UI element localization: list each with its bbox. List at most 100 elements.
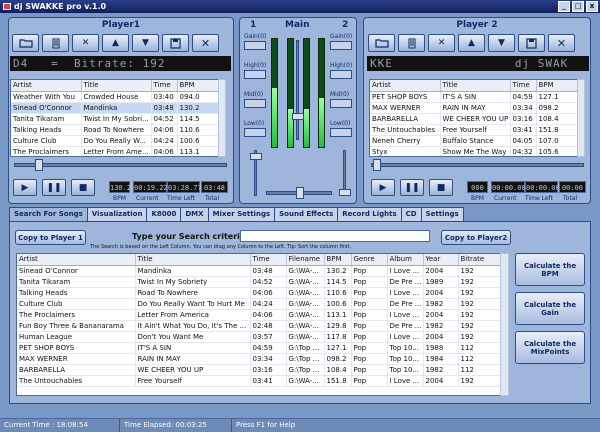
table-row[interactable]: Neneh Cherry Buffalo Stance 04:05 107.0 <box>370 135 584 147</box>
eq-gain-knob-left[interactable] <box>244 41 266 50</box>
calculate-gain-button[interactable]: Calculate the Gain <box>515 292 585 325</box>
column-header[interactable]: Title <box>81 80 152 92</box>
calculate-bpm-button[interactable]: Calculate the BPM <box>515 253 585 286</box>
column-header[interactable]: Time <box>510 80 537 92</box>
column-header[interactable]: Time <box>151 80 178 92</box>
fader-knob[interactable] <box>250 153 262 160</box>
player1-playlist[interactable]: Artist Title Time BPM Weather With You Cr… <box>10 79 226 157</box>
minimize-button[interactable]: _ <box>558 1 570 12</box>
column-header[interactable]: Title <box>135 254 251 266</box>
volume-fader-left[interactable] <box>250 150 262 196</box>
open-folder-icon[interactable] <box>12 34 39 52</box>
search-input[interactable] <box>240 230 430 242</box>
table-row[interactable]: Culture Club Do You Really Want To Hurt M… <box>17 298 508 310</box>
save-icon[interactable] <box>518 34 545 52</box>
fader-knob[interactable] <box>292 113 304 120</box>
tab-visualization[interactable]: Visualization <box>86 207 148 221</box>
stop-button[interactable]: ■ <box>429 179 453 196</box>
table-row[interactable]: Talking Heads Road To Nowhere 04:06 G:\WA-.… <box>17 287 508 299</box>
table-row[interactable]: Tanita Tikaram Twist In My Sobriety 04:52 G… <box>17 276 508 288</box>
playlist-icon[interactable] <box>42 34 69 52</box>
column-header[interactable]: Filename <box>286 254 325 266</box>
move-down-icon[interactable]: ▼ <box>488 34 515 52</box>
eq-low-knob-left[interactable] <box>244 128 266 137</box>
player1-position-slider[interactable] <box>14 159 227 171</box>
remove-icon[interactable]: ✕ <box>72 34 99 52</box>
eq-high-knob-left[interactable] <box>244 70 266 79</box>
table-row[interactable]: PET SHOP BOYS IT'S A SIN 04:59 G:\Top ... 12… <box>17 342 508 354</box>
column-header[interactable]: Year <box>423 254 459 266</box>
table-row[interactable]: The Untouchables Free Yourself 03:41 151.8 <box>370 124 584 136</box>
open-folder-icon[interactable] <box>368 34 395 52</box>
column-header[interactable]: Title <box>440 80 511 92</box>
table-row[interactable]: Fun Boy Three & Bananarama It Ain't What … <box>17 320 508 332</box>
play-button[interactable]: ▶ <box>371 179 395 196</box>
player2-playlist[interactable]: Artist Title Time BPM PET SHOP BOYS IT'S … <box>369 79 585 157</box>
player2-position-slider[interactable] <box>371 159 584 171</box>
search-results-table[interactable]: Artist Title Time Filename BPM Genre Alb… <box>16 253 509 396</box>
eq-mid-knob-left[interactable] <box>244 99 266 108</box>
eq-mid-knob-right[interactable] <box>330 99 352 108</box>
column-header[interactable]: Artist <box>370 80 441 92</box>
table-row[interactable]: Human League Don't You Want Me 03:57 G:\WA-… <box>17 331 508 343</box>
play-button[interactable]: ▶ <box>13 179 37 196</box>
table-row[interactable]: Sinead O'Connor Mandinka 03:48 G:\WA-... 130… <box>17 265 508 277</box>
fader-knob[interactable] <box>339 189 351 196</box>
table-row[interactable]: BARBARELLA WE CHEER YOU UP 03:16 G:\Top ...… <box>17 364 508 376</box>
eq-low-knob-right[interactable] <box>330 128 352 137</box>
column-header[interactable]: Artist <box>11 80 82 92</box>
copy-to-player2-button[interactable]: Copy to Player2 <box>441 230 511 245</box>
table-row[interactable]: The Proclaimers Letter From Ame... 04:06 11… <box>11 146 225 156</box>
column-header[interactable]: Genre <box>351 254 388 266</box>
move-down-icon[interactable]: ▼ <box>132 34 159 52</box>
tab-settings[interactable]: Settings <box>420 207 464 221</box>
crossfader[interactable] <box>266 187 332 199</box>
clear-icon[interactable]: ✕ <box>192 34 219 52</box>
clear-icon[interactable]: ✕ <box>548 34 575 52</box>
tab-mixer-settings[interactable]: Mixer Settings <box>207 207 276 221</box>
remove-icon[interactable]: ✕ <box>428 34 455 52</box>
eq-high-knob-right[interactable] <box>330 70 352 79</box>
table-row[interactable]: Talking Heads Road To Nowhere 04:06 110.6 <box>11 124 225 136</box>
tab-sound-effects[interactable]: Sound Effects <box>274 207 339 221</box>
tab-dmx[interactable]: DMX <box>180 207 209 221</box>
player2-scrollbar[interactable] <box>577 79 585 157</box>
tab-cd[interactable]: CD <box>400 207 422 221</box>
search-results-scrollbar[interactable] <box>500 253 509 396</box>
playlist-icon[interactable] <box>398 34 425 52</box>
table-row[interactable]: Styx Show Me The Way 04:32 105.6 <box>370 146 584 156</box>
table-row[interactable]: Tanita Tikaram Twist In My Sobri... 04:52 1… <box>11 113 225 125</box>
column-header[interactable]: Artist <box>17 254 136 266</box>
calculate-mixpoints-button[interactable]: Calculate the MixPoints <box>515 331 585 364</box>
copy-to-player1-button[interactable]: Copy to Player 1 <box>15 230 86 245</box>
crossfader-knob[interactable] <box>296 187 304 199</box>
pause-button[interactable]: ❚❚ <box>400 179 424 196</box>
table-row[interactable]: PET SHOP BOYS IT'S A SIN 04:59 127.1 <box>370 91 584 103</box>
table-row[interactable]: BARBARELLA WE CHEER YOU UP 03:16 108.4 <box>370 113 584 125</box>
table-row[interactable]: Culture Club Do You Really W... 04:24 100.6 <box>11 135 225 147</box>
table-row[interactable]: MAX WERNER RAIN IN MAY 03:34 098.2 <box>370 102 584 114</box>
stop-button[interactable]: ■ <box>71 179 95 196</box>
table-row[interactable]: Sinead O'Connor Mandinka 03:48 130.2 <box>11 102 225 114</box>
tab-record-lights[interactable]: Record Lights <box>337 207 402 221</box>
move-up-icon[interactable]: ▲ <box>458 34 485 52</box>
table-row[interactable]: MAX WERNER RAIN IN MAY 03:34 G:\Top ... 098.… <box>17 353 508 365</box>
column-header[interactable]: Time <box>250 254 287 266</box>
table-row[interactable]: Weather With You Crowded House 03:40 094.0 <box>11 91 225 103</box>
main-volume-fader[interactable] <box>292 40 304 140</box>
tab-search-for-songs[interactable]: Search For Songs <box>9 207 88 222</box>
eq-gain-knob-right[interactable] <box>330 41 352 50</box>
maximize-button[interactable]: □ <box>572 1 584 12</box>
slider-knob[interactable] <box>373 159 381 171</box>
column-header[interactable]: BPM <box>324 254 352 266</box>
player1-scrollbar[interactable] <box>218 79 226 157</box>
table-row[interactable]: The Untouchables Free Yourself 03:41 G:\WA-… <box>17 375 508 387</box>
tab-k8000[interactable]: K8000 <box>146 207 182 221</box>
save-icon[interactable] <box>162 34 189 52</box>
table-row[interactable]: The Proclaimers Letter From America 04:06 G… <box>17 309 508 321</box>
pause-button[interactable]: ❚❚ <box>42 179 66 196</box>
column-header[interactable]: Album <box>387 254 424 266</box>
volume-fader-right[interactable] <box>339 150 351 196</box>
move-up-icon[interactable]: ▲ <box>102 34 129 52</box>
slider-knob[interactable] <box>35 159 43 171</box>
